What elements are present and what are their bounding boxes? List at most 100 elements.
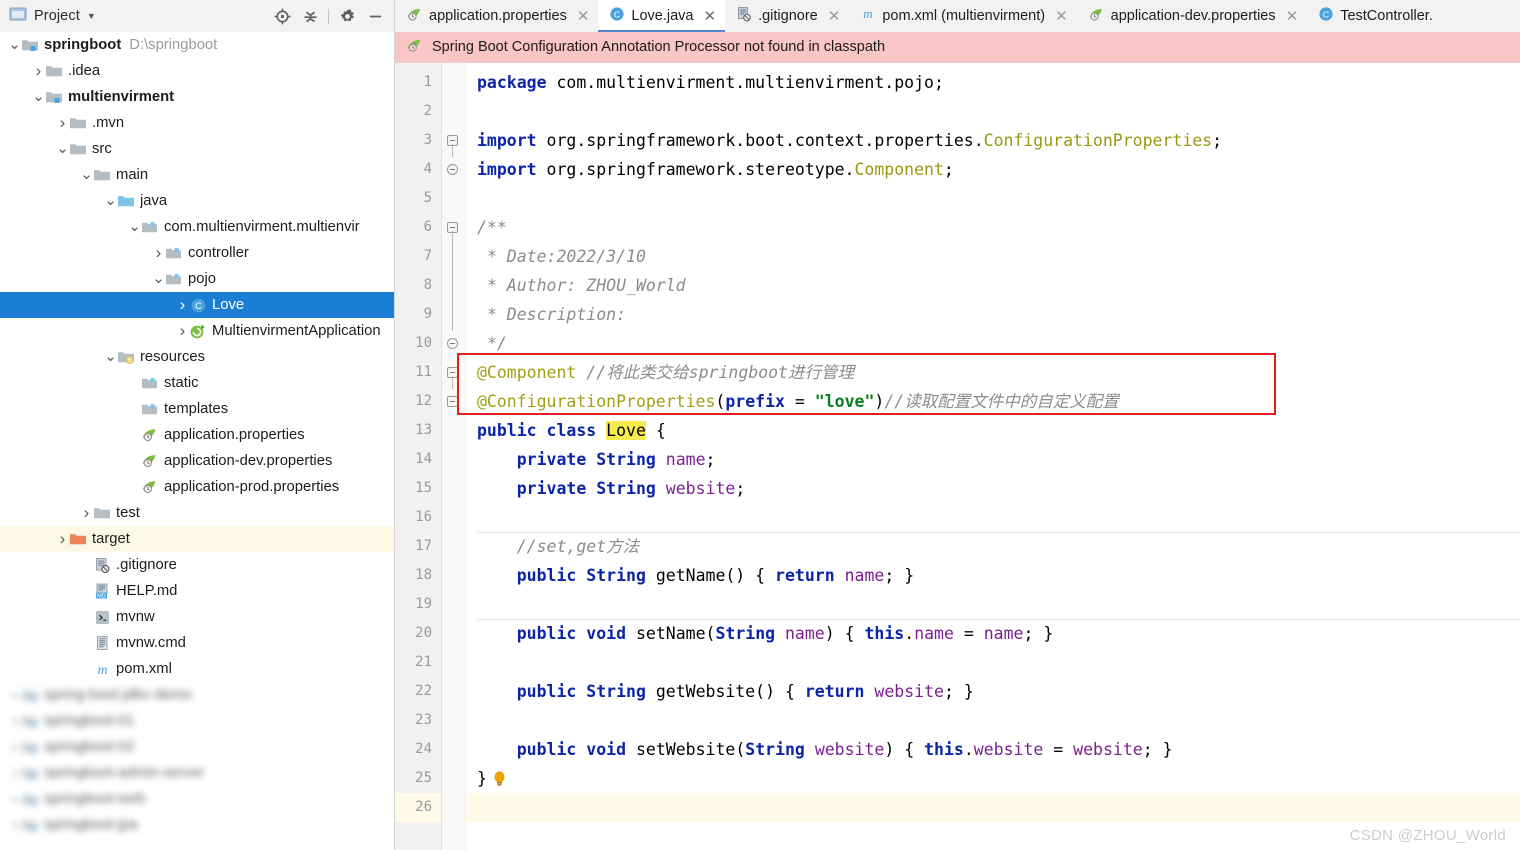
line-number[interactable]: 21 bbox=[395, 648, 441, 677]
tree-node-pojo[interactable]: ⌄ pojo bbox=[0, 266, 394, 292]
fold-collapse-icon[interactable] bbox=[447, 396, 458, 407]
project-tree[interactable]: ⌄ springboot D:\springboot › .idea ⌄ multienvi… bbox=[0, 32, 395, 850]
code-line[interactable] bbox=[466, 184, 1520, 213]
line-number[interactable]: 26 bbox=[395, 793, 441, 822]
tree-node-spring-boot-jdbc-demo[interactable]: › spring-boot-jdbc-demo bbox=[0, 682, 394, 708]
editor-tab[interactable]: m pom.xml (multienvirment) ✕ bbox=[849, 0, 1076, 32]
notification-banner[interactable]: Spring Boot Configuration Annotation Pro… bbox=[395, 32, 1520, 63]
code-line[interactable]: //set,get方法 bbox=[466, 532, 1520, 561]
code-line[interactable]: @ConfigurationProperties(prefix = "love"… bbox=[466, 387, 1520, 416]
code-line[interactable]: * Date:2022/3/10 bbox=[466, 242, 1520, 271]
line-number[interactable]: 19 bbox=[395, 590, 441, 619]
line-number[interactable]: 10 bbox=[395, 329, 441, 358]
tree-node-springboot-web[interactable]: › springboot-web bbox=[0, 786, 394, 812]
code-line[interactable]: private String name; bbox=[466, 445, 1520, 474]
chevron-down-icon[interactable]: ⌄ bbox=[128, 219, 141, 234]
code-line[interactable] bbox=[466, 706, 1520, 735]
tree-node-springboot-01[interactable]: › springboot-01 bbox=[0, 708, 394, 734]
line-number[interactable]: 5 bbox=[395, 184, 441, 213]
code-line[interactable]: * Author: ZHOU_World bbox=[466, 271, 1520, 300]
tree-node-mvnw-cmd[interactable]: mvnw.cmd bbox=[0, 630, 394, 656]
tree-node-help-md[interactable]: MD HELP.md bbox=[0, 578, 394, 604]
code-line[interactable]: private String website; bbox=[466, 474, 1520, 503]
tree-node-pom-xml[interactable]: m pom.xml bbox=[0, 656, 394, 682]
intention-bulb-icon[interactable] bbox=[492, 770, 507, 787]
close-icon[interactable]: ✕ bbox=[704, 9, 717, 24]
tree-node-java[interactable]: ⌄ java bbox=[0, 188, 394, 214]
tree-node-templates[interactable]: templates bbox=[0, 396, 394, 422]
line-number[interactable]: 7 bbox=[395, 242, 441, 271]
fold-end-icon[interactable] bbox=[447, 338, 458, 349]
fold-end-icon[interactable] bbox=[447, 164, 458, 175]
tree-node-controller[interactable]: › controller bbox=[0, 240, 394, 266]
code-line[interactable]: public String getName() { return name; } bbox=[466, 561, 1520, 590]
tree-node-application-dev-properties[interactable]: application-dev.properties bbox=[0, 448, 394, 474]
tree-node-multienvirmentapplication[interactable]: › MultienvirmentApplication bbox=[0, 318, 394, 344]
tree-node--gitignore[interactable]: .gitignore bbox=[0, 552, 394, 578]
code-line[interactable] bbox=[466, 97, 1520, 126]
line-number[interactable]: 13 bbox=[395, 416, 441, 445]
chevron-down-icon[interactable]: ⌄ bbox=[56, 141, 69, 156]
chevron-right-icon[interactable]: › bbox=[56, 114, 69, 131]
chevron-right-icon[interactable]: › bbox=[8, 816, 21, 833]
line-number[interactable]: 17 bbox=[395, 532, 441, 561]
tree-node-main[interactable]: ⌄ main bbox=[0, 162, 394, 188]
editor-tab[interactable]: C TestController. bbox=[1307, 0, 1442, 32]
line-number[interactable]: 6 bbox=[395, 213, 441, 242]
tree-node-springboot-02[interactable]: › springboot-02 bbox=[0, 734, 394, 760]
code-line[interactable]: @Component //将此类交给springboot进行管理 bbox=[466, 358, 1520, 387]
chevron-right-icon[interactable]: › bbox=[152, 244, 165, 261]
chevron-right-icon[interactable]: › bbox=[176, 296, 189, 313]
locate-icon[interactable] bbox=[269, 3, 295, 29]
tree-node-static[interactable]: static bbox=[0, 370, 394, 396]
editor-tab-active[interactable]: C Love.java ✕ bbox=[598, 0, 726, 32]
code-line[interactable] bbox=[466, 648, 1520, 677]
code-line[interactable]: public String getWebsite() { return webs… bbox=[466, 677, 1520, 706]
tree-node-src[interactable]: ⌄ src bbox=[0, 136, 394, 162]
chevron-right-icon[interactable]: › bbox=[8, 764, 21, 781]
chevron-right-icon[interactable]: › bbox=[8, 738, 21, 755]
code-line[interactable]: /** bbox=[466, 213, 1520, 242]
code-line[interactable]: package com.multienvirment.multienvirmen… bbox=[466, 68, 1520, 97]
line-number[interactable]: 4 bbox=[395, 155, 441, 184]
line-number[interactable]: 24 bbox=[395, 735, 441, 764]
line-number[interactable]: 20 bbox=[395, 619, 441, 648]
code-line[interactable]: } bbox=[466, 764, 1520, 793]
chevron-down-icon[interactable]: ⌄ bbox=[32, 89, 45, 104]
tree-node-test[interactable]: › test bbox=[0, 500, 394, 526]
editor-tab[interactable]: application-dev.properties ✕ bbox=[1077, 0, 1308, 32]
chevron-right-icon[interactable]: › bbox=[32, 62, 45, 79]
tree-node-love[interactable]: › C Love bbox=[0, 292, 394, 318]
chevron-right-icon[interactable]: › bbox=[8, 790, 21, 807]
close-icon[interactable]: ✕ bbox=[577, 9, 590, 24]
code-content[interactable]: package com.multienvirment.multienvirmen… bbox=[466, 63, 1520, 850]
tree-node--idea[interactable]: › .idea bbox=[0, 58, 394, 84]
close-icon[interactable]: ✕ bbox=[1286, 9, 1299, 24]
collapse-all-icon[interactable] bbox=[297, 3, 323, 29]
line-number[interactable]: 15 bbox=[395, 474, 441, 503]
line-number[interactable]: 2 bbox=[395, 97, 441, 126]
code-line[interactable]: public void setName(String name) { this.… bbox=[466, 619, 1520, 648]
chevron-down-icon[interactable]: ⌄ bbox=[152, 271, 165, 286]
line-number[interactable]: 23 bbox=[395, 706, 441, 735]
line-number[interactable]: 12 bbox=[395, 387, 441, 416]
chevron-down-icon[interactable]: ▼ bbox=[87, 11, 96, 21]
line-number[interactable]: 1 bbox=[395, 68, 441, 97]
tree-node-application-prod-properties[interactable]: application-prod.properties bbox=[0, 474, 394, 500]
code-line[interactable]: */ bbox=[466, 329, 1520, 358]
code-line[interactable]: public class Love { bbox=[466, 416, 1520, 445]
chevron-right-icon[interactable]: › bbox=[80, 504, 93, 521]
code-line[interactable]: * Description: bbox=[466, 300, 1520, 329]
code-line[interactable] bbox=[466, 590, 1520, 619]
chevron-down-icon[interactable]: ⌄ bbox=[104, 349, 117, 364]
code-line[interactable]: import org.springframework.stereotype.Co… bbox=[466, 155, 1520, 184]
code-line[interactable] bbox=[466, 503, 1520, 532]
chevron-down-icon[interactable]: ⌄ bbox=[8, 37, 21, 52]
code-line[interactable]: public void setWebsite(String website) {… bbox=[466, 735, 1520, 764]
chevron-right-icon[interactable]: › bbox=[8, 712, 21, 729]
editor-tab[interactable]: .gitignore ✕ bbox=[725, 0, 849, 32]
chevron-down-icon[interactable]: ⌄ bbox=[80, 167, 93, 182]
line-number[interactable]: 8 bbox=[395, 271, 441, 300]
tree-node-springboot[interactable]: ⌄ springboot D:\springboot bbox=[0, 32, 394, 58]
line-number[interactable]: 22 bbox=[395, 677, 441, 706]
